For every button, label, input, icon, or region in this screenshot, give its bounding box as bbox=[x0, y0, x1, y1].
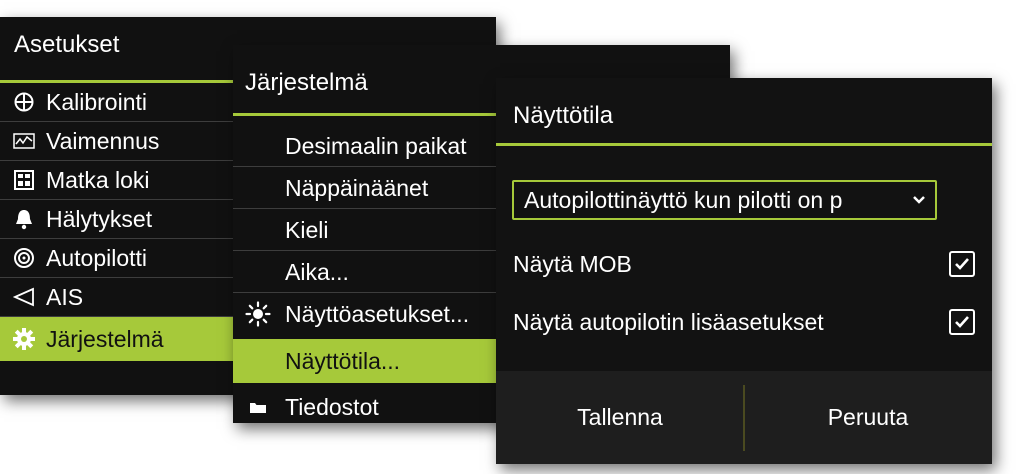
show-autopilot-advanced-row[interactable]: Näytä autopilotin lisäasetukset bbox=[513, 304, 975, 340]
menu-item-autopilot[interactable]: Autopilotti bbox=[0, 239, 240, 278]
autopilot-icon bbox=[12, 246, 36, 270]
menu-item-label: Hälytykset bbox=[46, 205, 153, 232]
dialog-title: Näyttötila bbox=[513, 102, 614, 129]
menu-item-label: AIS bbox=[46, 283, 84, 310]
bell-icon bbox=[12, 207, 36, 231]
menu-item-calibration[interactable]: Kalibrointi bbox=[0, 83, 240, 122]
gear-icon bbox=[12, 327, 36, 351]
menu-item-alarms[interactable]: Hälytykset bbox=[0, 200, 240, 239]
title-divider bbox=[496, 143, 992, 146]
separator bbox=[233, 250, 501, 251]
system-title: Järjestelmä bbox=[245, 69, 368, 96]
display-mode-dialog: Näyttötila Autopilottinäyttö kun pilotti… bbox=[496, 78, 992, 464]
show-autopilot-advanced-checkbox[interactable] bbox=[949, 309, 975, 335]
calibration-icon bbox=[12, 90, 36, 114]
trip-log-icon bbox=[12, 168, 36, 192]
menu-item-damping[interactable]: Vaimennus bbox=[0, 122, 240, 161]
damping-icon bbox=[12, 129, 36, 153]
display-mode-dropdown[interactable]: Autopilottinäyttö kun pilotti on p bbox=[512, 180, 937, 220]
separator bbox=[233, 208, 501, 209]
chevron-down-icon bbox=[909, 190, 929, 210]
show-autopilot-advanced-label: Näytä autopilotin lisäasetukset bbox=[513, 308, 824, 335]
menu-item-label: Vaimennus bbox=[46, 127, 160, 154]
dialog-footer: Tallenna Peruuta bbox=[496, 371, 992, 464]
menu-item-display-mode[interactable]: Näyttötila... bbox=[233, 339, 501, 383]
menu-item-label: Näyttöasetukset... bbox=[285, 300, 470, 327]
separator bbox=[233, 166, 501, 167]
menu-item-ais[interactable]: AIS bbox=[0, 278, 240, 317]
separator bbox=[233, 292, 501, 293]
menu-item-label: Matka loki bbox=[46, 166, 150, 193]
checkmark-icon bbox=[955, 316, 969, 328]
menu-item-label: Tiedostot bbox=[285, 393, 379, 420]
menu-item-trip-log[interactable]: Matka loki bbox=[0, 161, 240, 200]
menu-item-label: Autopilotti bbox=[46, 244, 148, 271]
menu-item-label: Desimaalin paikat bbox=[285, 132, 467, 159]
dropdown-value: Autopilottinäyttö kun pilotti on p bbox=[524, 186, 843, 213]
show-mob-row[interactable]: Näytä MOB bbox=[513, 246, 975, 282]
brightness-icon bbox=[245, 301, 271, 327]
save-button[interactable]: Tallenna bbox=[496, 371, 744, 464]
menu-item-label: Kalibrointi bbox=[46, 88, 147, 115]
menu-item-label: Järjestelmä bbox=[46, 325, 164, 352]
menu-item-label: Kieli bbox=[285, 216, 329, 243]
show-mob-label: Näytä MOB bbox=[513, 250, 632, 277]
folder-icon bbox=[245, 394, 271, 420]
menu-item-system[interactable]: Järjestelmä bbox=[0, 317, 240, 361]
checkmark-icon bbox=[955, 258, 969, 270]
menu-item-label: Näyttötila... bbox=[285, 347, 401, 374]
cancel-button[interactable]: Peruuta bbox=[744, 371, 992, 464]
settings-title: Asetukset bbox=[14, 31, 120, 58]
show-mob-checkbox[interactable] bbox=[949, 251, 975, 277]
menu-item-label: Näppäinäänet bbox=[285, 174, 429, 201]
ais-icon bbox=[12, 285, 36, 309]
menu-item-label: Aika... bbox=[285, 258, 349, 285]
